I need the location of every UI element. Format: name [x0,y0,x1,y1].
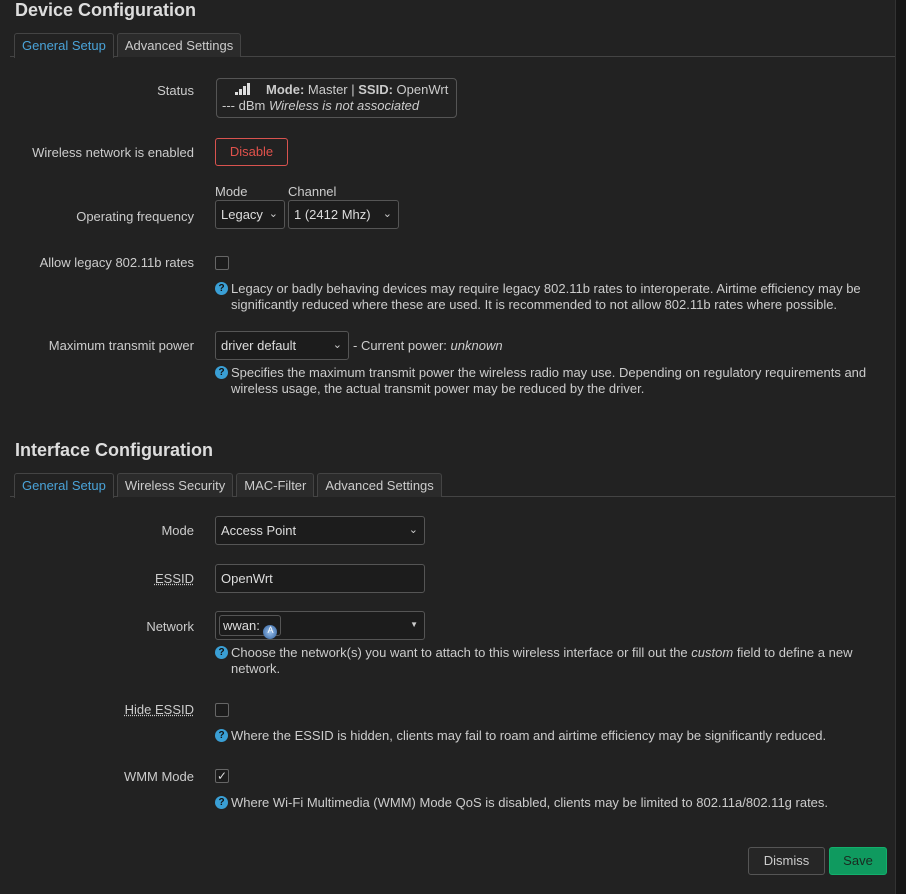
tab-iface-general[interactable]: General Setup [14,473,114,498]
mode-select-value: Legacy [221,207,263,222]
essid-input[interactable]: OpenWrt [215,564,425,593]
modal-panel: Device Configuration General Setup Advan… [0,0,896,894]
device-tabs: General Setup Advanced Settings [10,33,895,58]
interface-config-title: Interface Configuration [15,440,214,460]
help-icon: ? [215,646,228,659]
txpower-help: ? Specifies the maximum transmit power th… [215,365,875,397]
legacy-help: ? Legacy or badly behaving devices may re… [215,281,875,313]
tab-device-general[interactable]: General Setup [14,33,114,58]
hide-help: ? Where the ESSID is hidden, clients may … [215,728,875,744]
network-label: Network [146,619,194,634]
essid-label: ESSID [154,571,194,586]
essid-value: OpenWrt [221,571,273,586]
save-button[interactable]: Save [829,847,887,875]
signal-bars-icon [235,83,250,95]
hide-help-text: Where the ESSID is hidden, clients may f… [231,728,827,743]
wireless-antenna-icon: A [263,625,278,639]
help-icon: ? [215,796,228,809]
network-help-em: custom [691,645,734,660]
tab-iface-advanced[interactable]: Advanced Settings [317,473,442,497]
tab-device-advanced[interactable]: Advanced Settings [116,33,242,57]
chevron-down-icon: ⌄ [382,208,392,220]
iface-mode-label: Mode [161,523,194,538]
txpower-help-text: Specifies the maximum transmit power the… [231,365,867,396]
network-chip: wwan: A [219,615,282,639]
dbm-value: --- dBm [222,98,266,113]
channel-select-value: 1 (2412 Mhz) [294,207,371,222]
disable-button[interactable]: Disable [215,138,288,166]
current-power: - Current power: unknown [353,338,503,353]
iface-mode-value: Access Point [221,523,297,538]
current-power-value: unknown [450,338,503,353]
dismiss-button[interactable]: Dismiss [748,847,825,875]
wmm-checkbox[interactable]: ✓ [215,769,229,783]
txpower-label: Maximum transmit power [48,338,194,353]
mode-value: Master [307,82,348,97]
hide-essid-label: Hide ESSID [124,702,194,717]
chevron-down-icon: ⌄ [332,339,342,351]
status-box: Mode: Master | SSID: OpenWrt --- dBm Wir… [216,78,457,118]
iface-mode-select[interactable]: Access Point ⌄ [215,516,425,545]
channel-select[interactable]: 1 (2412 Mhz) ⌄ [288,200,399,229]
wmm-label: WMM Mode [123,769,194,784]
network-help-a: Choose the network(s) you want to attach… [231,645,688,660]
chevron-down-icon: ⌄ [268,208,278,220]
mode-key: Mode: [266,82,305,97]
current-power-prefix: - Current power: [353,338,447,353]
chevron-down-icon: ⌄ [408,524,418,536]
network-select[interactable]: wwan: A ▼ [215,611,425,640]
network-chip-label: wwan: [223,618,260,633]
hide-essid-checkbox[interactable] [215,703,229,717]
tab-iface-macfilter[interactable]: MAC-Filter [236,473,315,497]
status-label: Status [157,83,194,98]
txpower-select[interactable]: driver default ⌄ [215,331,349,360]
wmm-help: ? Where Wi-Fi Multimedia (WMM) Mode QoS i… [215,795,875,811]
legacy-label: Allow legacy 802.11b rates [39,255,194,270]
help-icon: ? [215,366,228,379]
legacy-help-text: Legacy or badly behaving devices may req… [231,281,861,312]
freq-label: Operating frequency [76,209,194,224]
ssid-key: SSID: [358,82,393,97]
tab-iface-security[interactable]: Wireless Security [116,473,234,497]
channel-header: Channel [288,184,337,199]
device-config-title: Device Configuration [15,0,197,20]
wmm-help-text: Where Wi-Fi Multimedia (WMM) Mode QoS is… [231,795,829,810]
help-icon: ? [215,282,228,295]
mode-select[interactable]: Legacy ⌄ [215,200,285,229]
help-icon: ? [215,729,228,742]
network-help: ? Choose the network(s) you want to attac… [215,645,875,677]
dropdown-arrow-icon: ▼ [410,620,418,629]
txpower-select-value: driver default [221,338,297,353]
mode-header: Mode [215,184,248,199]
iface-tabs: General Setup Wireless Security MAC-Filt… [10,473,895,498]
ssid-value: OpenWrt [396,82,449,97]
enabled-label: Wireless network is enabled [32,145,194,160]
assoc-status: Wireless is not associated [268,98,420,113]
legacy-checkbox[interactable] [215,256,229,270]
